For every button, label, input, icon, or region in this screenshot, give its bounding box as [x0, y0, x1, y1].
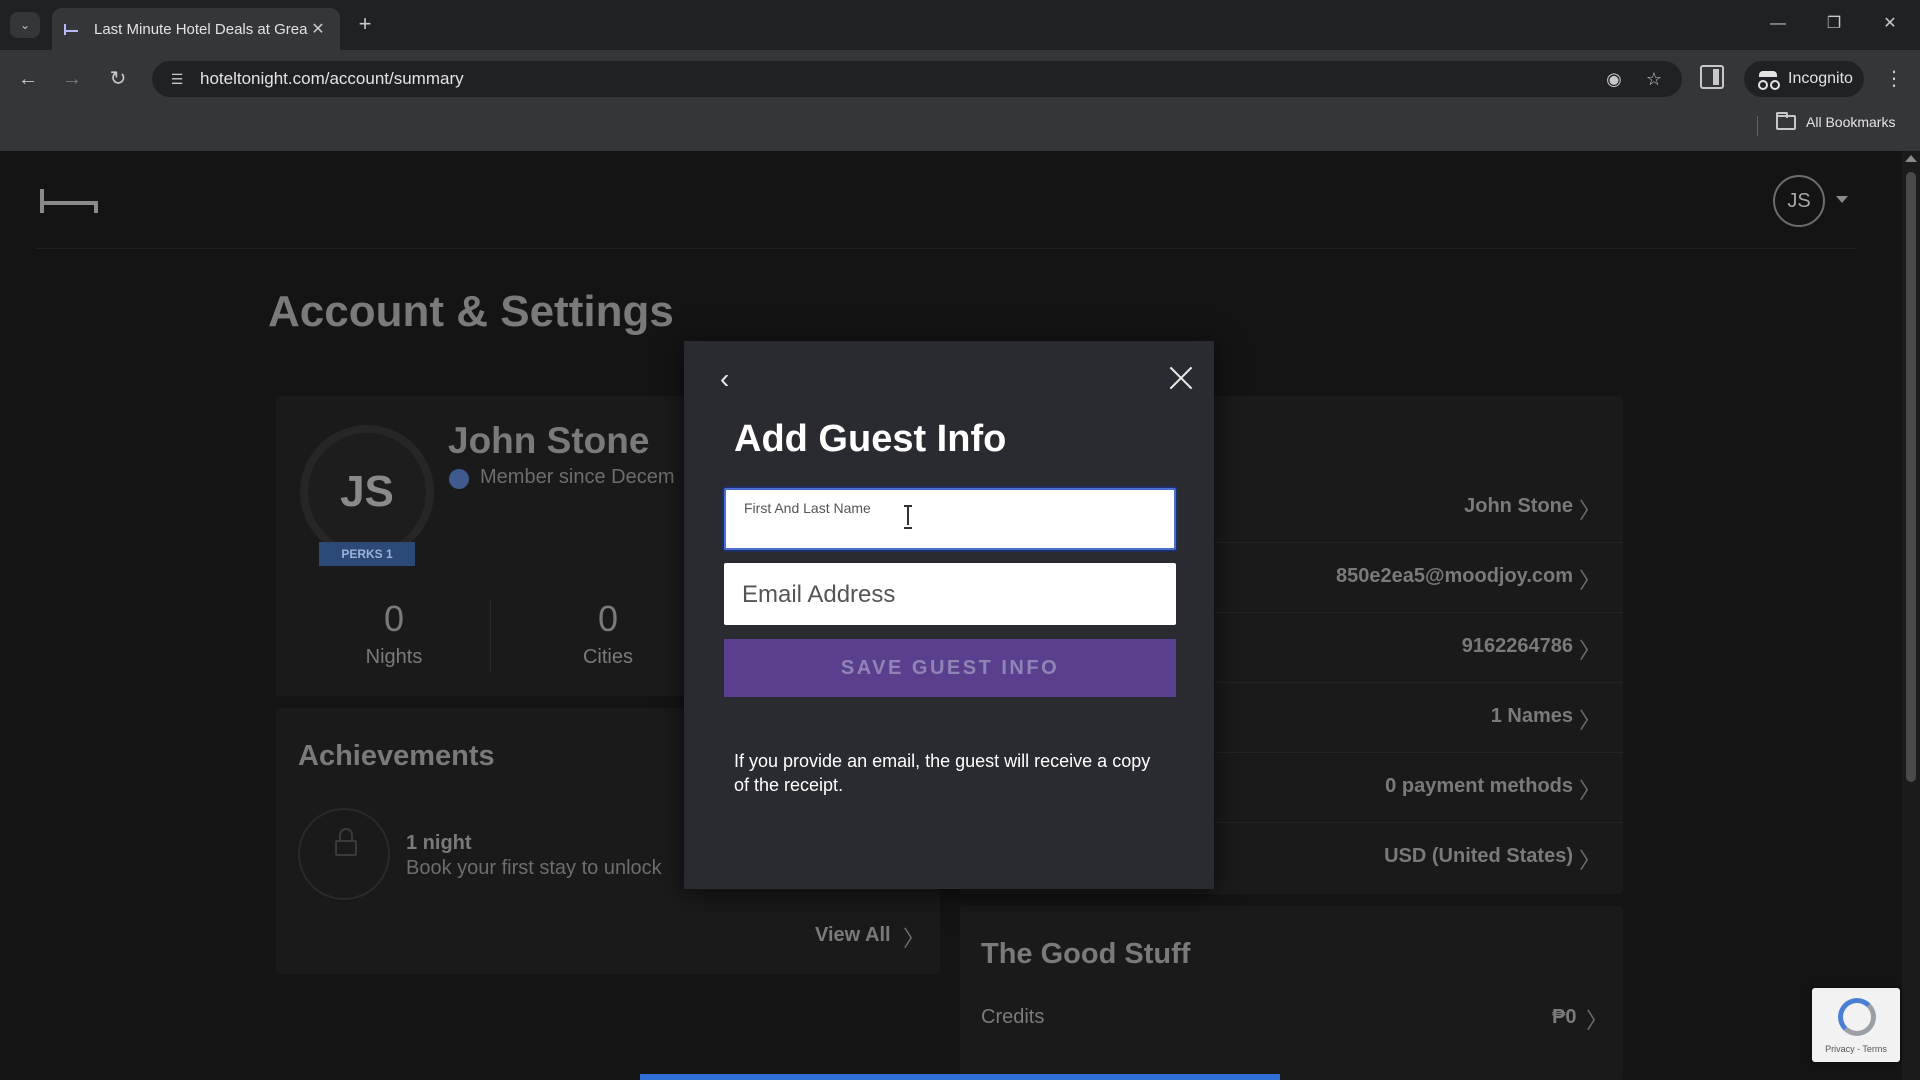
stat-cities-value: 0 — [597, 598, 619, 639]
settings-value: 1 Names — [1490, 705, 1573, 727]
guest-email-field[interactable] — [724, 563, 1176, 625]
hoteltonight-logo-icon[interactable] — [40, 189, 98, 213]
recaptcha-icon — [1838, 998, 1876, 1036]
recaptcha-links[interactable]: Privacy - Terms — [1816, 1044, 1896, 1054]
caret-down-icon[interactable] — [1836, 196, 1848, 203]
bookmark-star-icon[interactable]: ☆ — [1642, 67, 1666, 91]
close-icon[interactable] — [1166, 363, 1196, 393]
text-cursor-icon — [904, 505, 912, 529]
stat-divider — [490, 600, 491, 672]
achievements-title: Achievements — [298, 740, 495, 772]
folder-icon — [1776, 111, 1796, 130]
page-title: Account & Settings — [268, 287, 674, 336]
scroll-up-arrow-icon[interactable] — [1905, 155, 1917, 162]
profile-initials: JS — [340, 467, 394, 516]
settings-value: John Stone — [1464, 495, 1573, 517]
guest-email-input[interactable] — [742, 581, 1142, 609]
all-bookmarks-label: All Bookmarks — [1806, 114, 1896, 130]
address-bar[interactable]: ☰ hoteltonight.com/account/summary ◉ ☆ — [152, 61, 1682, 97]
browser-menu-icon[interactable]: ⋮ — [1884, 65, 1904, 93]
credits-value: ₱0 — [1552, 1006, 1577, 1028]
incognito-indicator[interactable]: Incognito — [1744, 61, 1864, 97]
side-panel-icon[interactable] — [1700, 65, 1724, 89]
header-divider — [36, 248, 1856, 249]
perks-badge: PERKS 1 — [319, 542, 415, 566]
settings-value: 9162264786 — [1461, 635, 1573, 657]
settings-value: 850e2ea5@moodjoy.com — [1335, 565, 1573, 587]
view-all-link[interactable]: View All — [815, 924, 891, 947]
guest-name-field[interactable]: First And Last Name — [724, 488, 1176, 550]
incognito-label: Incognito — [1788, 70, 1853, 87]
tab-search-button[interactable]: ⌄ — [10, 12, 40, 38]
account-avatar[interactable]: JS — [1773, 175, 1825, 227]
stat-cities: 0 Cities — [560, 598, 656, 669]
tab-title: Last Minute Hotel Deals at Grea — [94, 20, 308, 38]
hoteltonight-favicon-icon — [64, 22, 82, 36]
chevron-right-icon: 〉 — [1578, 638, 1601, 663]
save-guest-info-button[interactable]: SAVE GUEST INFO — [724, 639, 1176, 697]
avatar-initials: JS — [1787, 189, 1811, 212]
chevron-down-icon: ⌄ — [19, 18, 31, 32]
chevron-right-icon: 〉 — [1578, 568, 1601, 593]
incognito-icon — [1758, 71, 1778, 90]
credits-label[interactable]: Credits — [981, 1006, 1044, 1029]
settings-value: USD (United States) — [1384, 845, 1573, 867]
stat-cities-label: Cities — [582, 646, 633, 668]
member-since-text: Member since Decem — [480, 466, 675, 488]
recaptcha-badge[interactable]: Privacy - Terms — [1812, 988, 1900, 1062]
settings-value: 0 payment methods — [1385, 775, 1573, 797]
stat-nights-label: Nights — [365, 646, 423, 668]
guest-name-label: First And Last Name — [744, 500, 871, 516]
achievement-description: Book your first stay to unlock — [406, 857, 662, 879]
tab-close-icon[interactable]: ✕ — [308, 19, 328, 39]
bottom-progress-bar — [640, 1074, 1280, 1080]
good-stuff-card — [960, 906, 1623, 1080]
reload-icon[interactable]: ↻ — [102, 63, 134, 95]
lock-icon-body — [335, 840, 357, 856]
chevron-right-icon: 〉 — [1578, 708, 1601, 733]
achievement-title: 1 night — [406, 832, 472, 854]
stat-nights-value: 0 — [383, 598, 405, 639]
add-guest-info-modal: ‹ Add Guest Info First And Last Name SAV… — [684, 341, 1214, 889]
profile-name: John Stone — [448, 420, 650, 461]
scrollbar-thumb[interactable] — [1906, 172, 1916, 782]
back-icon[interactable]: ← — [12, 63, 44, 95]
back-chevron-icon[interactable]: ‹ — [720, 365, 740, 393]
chevron-right-icon: 〉 — [1578, 778, 1601, 803]
modal-title: Add Guest Info — [734, 418, 1007, 460]
good-stuff-title: The Good Stuff — [981, 938, 1191, 970]
profile-avatar: JS — [300, 425, 434, 559]
restore-icon[interactable]: ❐ — [1814, 10, 1854, 38]
new-tab-button[interactable]: + — [352, 12, 378, 38]
site-info-icon[interactable]: ☰ — [166, 68, 188, 90]
all-bookmarks-button[interactable]: All Bookmarks — [1776, 111, 1896, 130]
chevron-right-icon[interactable]: 〉 — [903, 921, 925, 953]
eye-off-icon[interactable]: ◉ — [1602, 67, 1626, 91]
verified-badge-icon — [449, 469, 469, 489]
chevron-right-icon: 〉 — [1578, 848, 1601, 873]
forward-icon[interactable]: → — [56, 63, 88, 95]
guest-name-input[interactable] — [744, 520, 1144, 541]
bookmarks-divider — [1757, 116, 1758, 136]
modal-note: If you provide an email, the guest will … — [734, 751, 1151, 795]
browser-tab[interactable]: Last Minute Hotel Deals at Grea ✕ — [52, 8, 340, 50]
stat-nights: 0 Nights — [346, 598, 442, 669]
chevron-right-icon: 〉 — [1578, 498, 1601, 523]
minimize-icon[interactable]: — — [1758, 10, 1798, 38]
url-text[interactable]: hoteltonight.com/account/summary — [200, 69, 464, 89]
chevron-right-icon[interactable]: 〉 — [1586, 1003, 1608, 1035]
window-close-icon[interactable]: ✕ — [1870, 10, 1910, 38]
